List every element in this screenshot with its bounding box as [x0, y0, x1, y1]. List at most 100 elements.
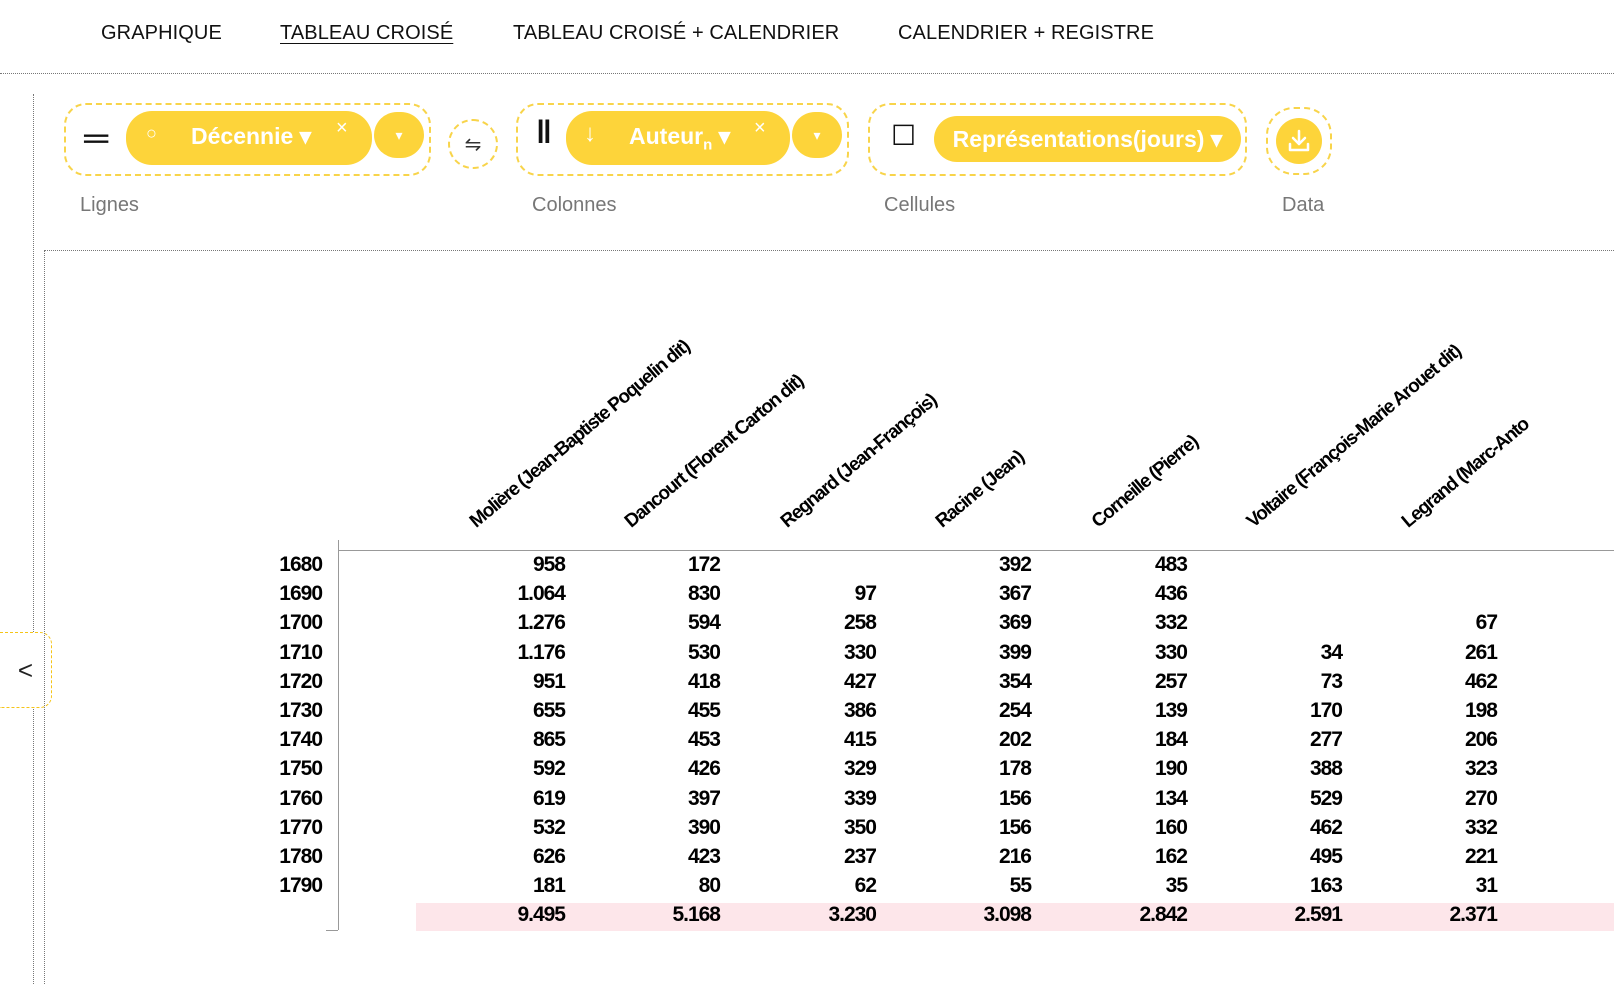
columns-menu-button[interactable]: ▾: [792, 112, 842, 158]
row-header: 1700: [279, 611, 323, 635]
data-label: Data: [1282, 194, 1325, 216]
table-cell: 330: [1154, 640, 1188, 664]
table-cell: 277: [1309, 728, 1343, 752]
row-header: 1710: [279, 640, 323, 664]
table-cell: 390: [687, 815, 721, 839]
table-cell: 172: [687, 553, 721, 576]
table-cell: 436: [1154, 582, 1188, 606]
download-icon: [1288, 129, 1310, 152]
table-cell: 170: [1309, 699, 1343, 722]
row-header: 1740: [279, 728, 323, 752]
row-header: 1780: [279, 845, 323, 868]
table-cell: 399: [998, 640, 1032, 664]
table-cell: 388: [1309, 757, 1343, 781]
rows-menu-button[interactable]: ▾: [374, 112, 424, 158]
table-cell: 97: [854, 582, 877, 606]
table-cell: 162: [1154, 845, 1188, 868]
table-cell: 830: [687, 582, 721, 606]
table-cell: 184: [1154, 728, 1188, 752]
tab-tableau-croise-calendrier[interactable]: TABLEAU CROISÉ + CALENDRIER: [513, 22, 839, 45]
table-cell: 254: [998, 699, 1032, 722]
row-header: 1770: [279, 815, 323, 839]
table-cell: 530: [687, 640, 721, 664]
table-cell: 190: [1154, 757, 1188, 781]
columns-field-label: Auteurn ▾: [629, 123, 731, 154]
table-cell: 339: [843, 786, 877, 810]
table-cell: 139: [1154, 699, 1188, 722]
row-header: 1750: [279, 757, 323, 781]
columns-field-pill[interactable]: ↓ Auteurn ▾ ×: [566, 111, 790, 165]
row-header: 1720: [279, 669, 323, 693]
table-cell: 386: [843, 699, 877, 722]
table-cell: 73: [1320, 669, 1343, 693]
table-axis-tick: [326, 930, 338, 931]
table-cell: 330: [843, 640, 877, 664]
table-cell: 1.276: [517, 611, 566, 635]
total-cell: 3.098: [983, 903, 1032, 927]
rows-field-label: Décennie ▾: [191, 123, 312, 149]
table-cell: 423: [687, 845, 721, 868]
download-button[interactable]: [1276, 118, 1322, 164]
tab-tableau-croise[interactable]: TABLEAU CROISÉ: [280, 22, 453, 45]
table-cell: 134: [1154, 786, 1188, 810]
left-rail: [33, 94, 34, 984]
table-cell: 453: [687, 728, 721, 752]
cells-field-label: Représentations(jours) ▾: [952, 125, 1223, 152]
table-cell: 483: [1154, 553, 1188, 576]
table-cell: 529: [1309, 786, 1343, 810]
table-cell: 206: [1464, 728, 1498, 752]
table-cell: 270: [1464, 786, 1498, 810]
table-cell: 951: [532, 669, 566, 693]
cells-field-pill[interactable]: Représentations(jours) ▾: [934, 116, 1241, 162]
equals-icon: ═: [84, 119, 109, 157]
rows-remove-icon[interactable]: ×: [336, 117, 348, 140]
table-cell: 323: [1464, 757, 1498, 781]
total-cell: 2.842: [1139, 903, 1188, 927]
checkbox-icon[interactable]: ☐: [891, 119, 916, 153]
table-cell: 62: [854, 874, 877, 898]
table-cell: 655: [532, 699, 566, 722]
table-cell: 160: [1154, 815, 1188, 839]
table-cell: 397: [687, 786, 721, 810]
table-cell: 198: [1464, 699, 1498, 722]
table-cell: 329: [843, 757, 877, 781]
table-cell: 532: [532, 815, 566, 839]
table-cell: 156: [998, 815, 1032, 839]
table-cell: 1.176: [517, 640, 566, 664]
table-cell: 354: [998, 669, 1032, 693]
table-left-axis: [338, 540, 339, 930]
table-cell: 367: [998, 582, 1032, 606]
row-header: 1790: [279, 874, 323, 898]
rows-label: Lignes: [80, 194, 139, 216]
table-cell: 350: [843, 815, 877, 839]
swap-button[interactable]: ⇋: [448, 119, 498, 169]
columns-remove-icon[interactable]: ×: [754, 117, 766, 140]
arrow-down-icon: ↓: [584, 120, 596, 147]
table-cell: 392: [998, 553, 1032, 576]
table-cell: 216: [998, 845, 1032, 868]
table-cell: 31: [1475, 874, 1498, 898]
total-cell: 2.371: [1449, 903, 1498, 927]
table-cell: 35: [1165, 874, 1188, 898]
swap-icon: ⇋: [464, 133, 482, 156]
tab-calendrier-registre[interactable]: CALENDRIER + REGISTRE: [898, 22, 1154, 45]
table-cell: 626: [532, 845, 566, 868]
table-cell: 181: [532, 874, 566, 898]
circle-icon: ○: [146, 123, 157, 143]
top-nav: GRAPHIQUE TABLEAU CROISÉ TABLEAU CROISÉ …: [0, 0, 1614, 74]
rows-field-pill[interactable]: ○ Décennie ▾ ×: [126, 111, 372, 165]
tab-graphique[interactable]: GRAPHIQUE: [101, 22, 222, 45]
parallel-icon: ‖: [536, 114, 552, 150]
table-cell: 163: [1309, 874, 1343, 898]
total-cell: 2.591: [1294, 903, 1343, 927]
row-header: 1730: [279, 699, 323, 722]
table-cell: 55: [1009, 874, 1032, 898]
table-cell: 221: [1464, 845, 1498, 868]
table-cell: 958: [532, 553, 566, 576]
table-cell: 156: [998, 786, 1032, 810]
table-cell: 261: [1464, 640, 1498, 664]
table-cell: 418: [687, 669, 721, 693]
row-header: 1760: [279, 786, 323, 810]
table-cell: 369: [998, 611, 1032, 635]
table-cell: 427: [843, 669, 877, 693]
